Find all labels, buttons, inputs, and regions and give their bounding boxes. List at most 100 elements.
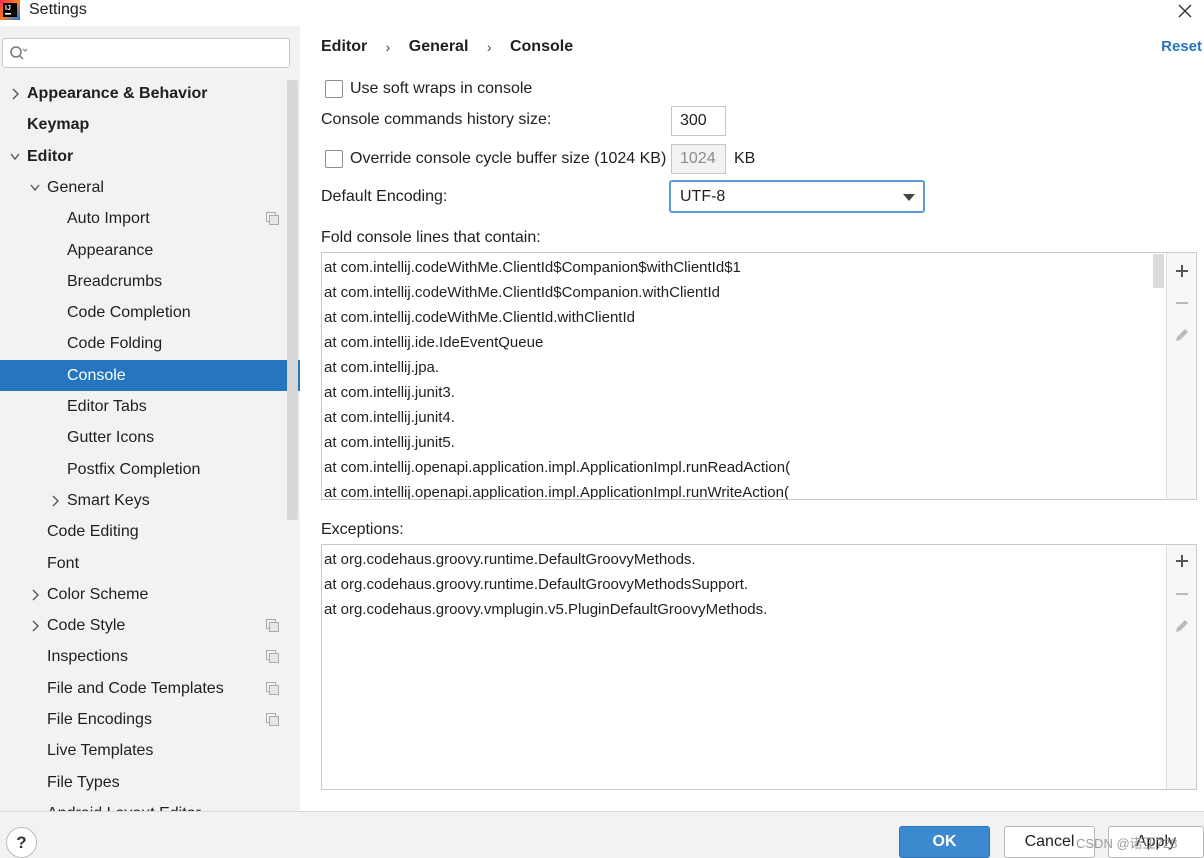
minus-icon[interactable] (1174, 295, 1190, 311)
list-item[interactable]: at com.intellij.openapi.application.impl… (324, 455, 790, 480)
list-item[interactable]: at org.codehaus.groovy.runtime.DefaultGr… (324, 547, 696, 572)
sidebar-item[interactable]: Font (0, 548, 300, 579)
sidebar-item[interactable]: Keymap (0, 109, 300, 140)
sidebar-item[interactable]: Appearance & Behavior (0, 78, 300, 109)
search-input[interactable] (33, 42, 283, 64)
sidebar-item[interactable]: File Types (0, 767, 300, 798)
project-scope-icon (266, 681, 279, 695)
sidebar-item[interactable]: Gutter Icons (0, 422, 300, 453)
list-item[interactable]: at com.intellij.junit4. (324, 405, 455, 430)
intellij-app-icon: IJ (0, 0, 20, 20)
sidebar-item-label: Code Style (47, 617, 126, 635)
sidebar-item[interactable]: File Encodings (0, 704, 300, 735)
sidebar-item[interactable]: Editor (0, 141, 300, 172)
sidebar-scrollbar[interactable] (287, 80, 298, 520)
list-item[interactable]: at com.intellij.codeWithMe.ClientId$Comp… (324, 280, 720, 305)
breadcrumb-general[interactable]: General (409, 38, 469, 55)
exceptions-list-toolbar (1166, 545, 1196, 789)
encoding-label: Default Encoding: (321, 188, 448, 205)
sidebar-item[interactable]: Code Editing (0, 516, 300, 547)
apply-button[interactable]: Apply (1108, 826, 1204, 858)
list-item[interactable]: at com.intellij.ide.IdeEventQueue (324, 330, 543, 355)
list-item[interactable]: at com.intellij.jpa. (324, 355, 439, 380)
sidebar-item-label: Breadcrumbs (67, 272, 163, 290)
fold-lines-label: Fold console lines that contain: (321, 229, 541, 246)
list-item[interactable]: at com.intellij.openapi.application.impl… (324, 480, 789, 499)
fold-lines-list[interactable]: at com.intellij.codeWithMe.ClientId$Comp… (321, 252, 1197, 500)
search-field[interactable] (2, 38, 290, 68)
minus-icon[interactable] (1174, 586, 1190, 602)
close-icon[interactable] (1174, 0, 1196, 22)
sidebar-item-label: File Encodings (47, 711, 152, 728)
exceptions-items: at org.codehaus.groovy.runtime.DefaultGr… (322, 545, 1168, 789)
pencil-icon[interactable] (1174, 618, 1190, 634)
breadcrumb-separator: › (385, 39, 391, 55)
sidebar-item-label: Appearance & Behavior (27, 85, 208, 102)
sidebar-item[interactable]: Editor Tabs (0, 391, 300, 422)
soft-wraps-label: Use soft wraps in console (350, 80, 533, 97)
encoding-dropdown[interactable]: UTF-8 (669, 180, 925, 213)
chevron-right-icon[interactable] (50, 495, 60, 507)
fold-lines-items: at com.intellij.codeWithMe.ClientId$Comp… (322, 253, 1168, 499)
project-scope-icon (266, 713, 279, 726)
chevron-right-icon[interactable] (30, 589, 40, 601)
chevron-down-icon[interactable] (10, 151, 20, 163)
list-item[interactable]: at com.intellij.codeWithMe.ClientId.with… (324, 305, 635, 330)
sidebar-item[interactable]: Postfix Completion (0, 454, 300, 485)
ok-button[interactable]: OK (899, 826, 990, 858)
sidebar-item[interactable]: Smart Keys (0, 485, 300, 516)
sidebar-item[interactable]: Code Completion (0, 297, 300, 328)
soft-wraps-checkbox[interactable] (325, 80, 343, 98)
sidebar-item-label: Code Folding (67, 335, 163, 353)
chevron-down-icon[interactable] (30, 182, 40, 194)
chevron-right-icon[interactable] (30, 620, 40, 632)
sidebar-item[interactable]: Android Layout Editor (0, 798, 300, 811)
project-scope-icon (266, 650, 279, 664)
sidebar-item[interactable]: Color Scheme (0, 579, 300, 610)
cancel-button[interactable]: Cancel (1004, 826, 1095, 858)
plus-icon[interactable] (1174, 553, 1190, 569)
sidebar-item[interactable]: File and Code Templates (0, 673, 300, 704)
help-button[interactable]: ? (6, 827, 37, 858)
override-buffer-checkbox[interactable] (325, 150, 343, 168)
plus-icon[interactable] (1174, 263, 1190, 279)
chevron-right-icon[interactable] (10, 88, 20, 100)
reset-link[interactable]: Reset (1161, 38, 1202, 55)
sidebar-item[interactable]: Console (0, 359, 300, 391)
sidebar-item[interactable]: Appearance (0, 235, 300, 266)
sidebar-item[interactable]: Inspections (0, 641, 300, 672)
list-item[interactable]: at org.codehaus.groovy.vmplugin.v5.Plugi… (324, 597, 767, 622)
sidebar-item[interactable]: General (0, 172, 300, 203)
history-size-input[interactable]: 300 (671, 106, 726, 136)
fold-list-scrollbar[interactable] (1153, 254, 1164, 288)
encoding-value: UTF-8 (680, 188, 726, 205)
list-item[interactable]: at com.intellij.junit3. (324, 380, 455, 405)
window-title: Settings (29, 1, 87, 18)
sidebar-item-label: Gutter Icons (67, 429, 155, 447)
sidebar-item[interactable]: Code Style (0, 610, 300, 641)
sidebar-item-label: Inspections (47, 648, 128, 666)
history-size-label: Console commands history size: (321, 111, 552, 128)
exceptions-list[interactable]: at org.codehaus.groovy.runtime.DefaultGr… (321, 544, 1197, 790)
breadcrumb-separator: › (486, 39, 492, 55)
title-bar: IJ Settings (0, 0, 1204, 26)
sidebar-item-label: Code Completion (67, 304, 191, 322)
sidebar-item-label: Keymap (27, 116, 90, 134)
list-item[interactable]: at org.codehaus.groovy.runtime.DefaultGr… (324, 572, 748, 597)
sidebar-item-label: Postfix Completion (67, 460, 201, 478)
settings-sidebar: Appearance & Behavior Keymap Editor General… (0, 26, 300, 811)
sidebar-item[interactable]: Auto Import (0, 203, 300, 234)
sidebar-item-label: Code Editing (47, 523, 139, 541)
sidebar-item[interactable]: Code Folding (0, 328, 300, 359)
pencil-icon[interactable] (1174, 327, 1190, 343)
list-item[interactable]: at com.intellij.codeWithMe.ClientId$Comp… (324, 255, 741, 280)
sidebar-item[interactable]: Live Templates (0, 735, 300, 766)
project-scope-icon (266, 212, 279, 226)
sidebar-item-label: Editor (27, 147, 74, 165)
sidebar-item[interactable]: Breadcrumbs (0, 266, 300, 297)
sidebar-item-label: Live Templates (47, 742, 154, 760)
breadcrumb: Editor › General › Console (321, 38, 573, 60)
breadcrumb-editor[interactable]: Editor (321, 38, 367, 55)
list-item[interactable]: at com.intellij.junit5. (324, 430, 455, 455)
buffer-size-input[interactable]: 1024 (671, 144, 726, 174)
